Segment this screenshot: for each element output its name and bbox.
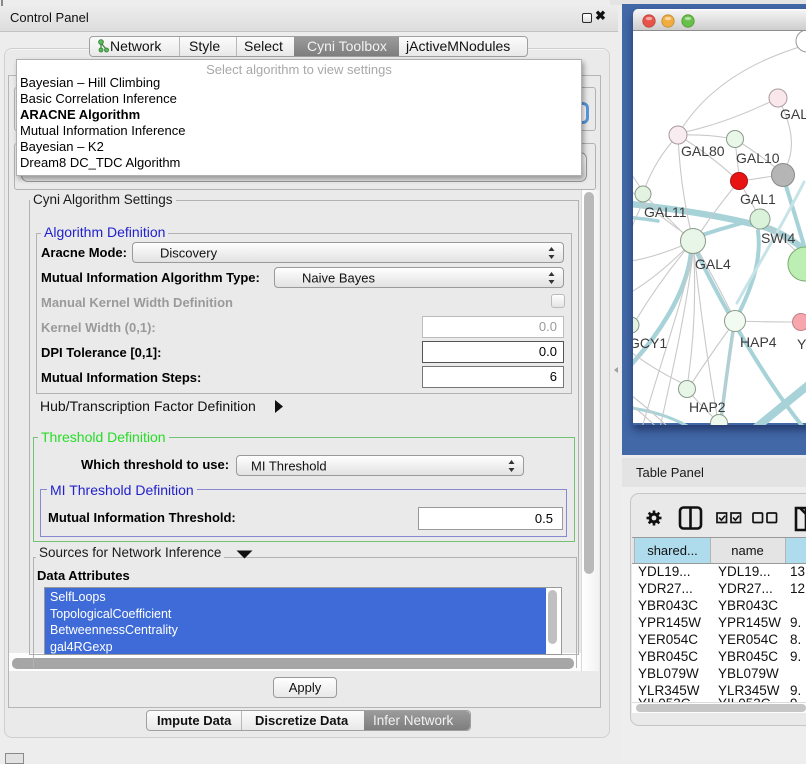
svg-text:HAP2: HAP2 — [689, 399, 726, 415]
svg-text:GAL80: GAL80 — [681, 143, 725, 159]
svg-text:GAL2: GAL2 — [780, 106, 806, 122]
svg-text:GAL1: GAL1 — [740, 191, 776, 207]
svg-text:YKL: YKL — [797, 336, 806, 352]
svg-text:GAL4: GAL4 — [695, 256, 731, 272]
svg-text:GCY1: GCY1 — [633, 335, 667, 351]
svg-text:SWI4: SWI4 — [761, 230, 795, 246]
svg-text:GAL10: GAL10 — [736, 150, 780, 166]
svg-text:GAL11: GAL11 — [644, 204, 687, 220]
svg-text:HAP4: HAP4 — [740, 334, 777, 350]
